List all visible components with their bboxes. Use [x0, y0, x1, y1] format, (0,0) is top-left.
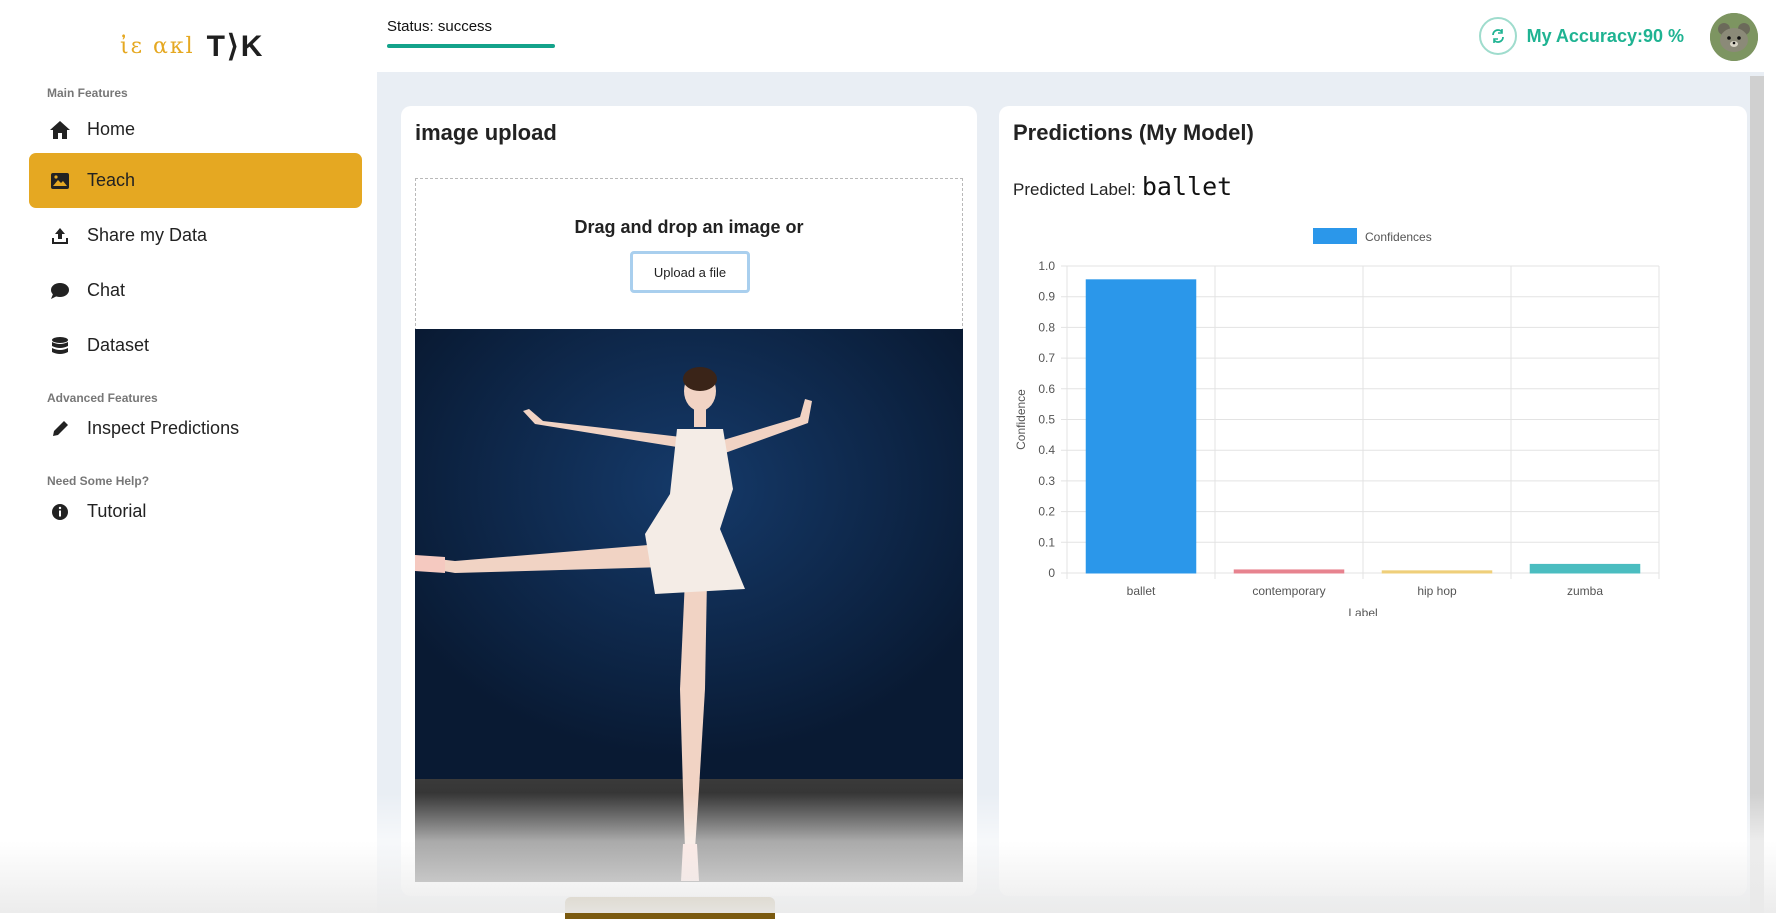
- image-upload-panel: image upload Drag and drop an image or U…: [401, 106, 977, 896]
- legend-swatch: [1313, 228, 1357, 244]
- sidebar-item-label: Chat: [87, 280, 125, 301]
- bar-contemporary: [1234, 570, 1344, 573]
- status-progress-bar: [387, 44, 555, 48]
- accuracy-text: My Accuracy:90 %: [1527, 26, 1684, 47]
- uploaded-image-preview: [415, 329, 963, 882]
- image-dropzone[interactable]: Drag and drop an image or Upload a file: [415, 178, 963, 881]
- sidebar-item-label: Inspect Predictions: [87, 418, 239, 439]
- sidebar-item-inspect-predictions[interactable]: Inspect Predictions: [29, 401, 362, 456]
- image-icon: [47, 170, 73, 192]
- legend-label: Confidences: [1365, 230, 1432, 244]
- x-tick-label: ballet: [1127, 584, 1156, 598]
- status-text: Status: success: [387, 18, 492, 35]
- info-icon: [47, 501, 73, 523]
- y-tick-label: 1.0: [1038, 259, 1055, 273]
- y-tick-label: 0.4: [1038, 443, 1055, 457]
- y-tick-label: 0.1: [1038, 535, 1055, 549]
- upload-panel-title: image upload: [415, 120, 557, 146]
- sidebar-item-label: Share my Data: [87, 225, 207, 246]
- confidence-bar-chart: 0 0.1 0.2 0.3 0.4 0.5 0.6 0.7 0.8 0.9 1.0 ballet con…: [1009, 206, 1709, 616]
- sidebar-item-label: Home: [87, 119, 135, 140]
- home-icon: [47, 119, 73, 141]
- sidebar-item-chat[interactable]: Chat: [29, 263, 362, 318]
- predictions-panel-title: Predictions (My Model): [1013, 120, 1254, 146]
- upload-icon: [47, 225, 73, 247]
- sidebar-item-label: Tutorial: [87, 501, 146, 522]
- x-tick-label: hip hop: [1417, 584, 1457, 598]
- bar-hip-hop: [1382, 571, 1492, 573]
- y-tick-label: 0.7: [1038, 351, 1055, 365]
- avatar[interactable]: [1710, 13, 1758, 61]
- y-axis-title: Confidence: [1014, 389, 1028, 450]
- top-header: Status: success My Accuracy:90 %: [377, 6, 1764, 72]
- accuracy-display: My Accuracy:90 %: [1479, 14, 1684, 58]
- sidebar-item-dataset[interactable]: Dataset: [29, 318, 362, 373]
- y-tick-label: 0.5: [1038, 413, 1055, 427]
- app-window: ἰε ακl T⟩K Main Features Home Teach Shar…: [12, 6, 1764, 913]
- avatar-bear-icon: [1710, 13, 1758, 61]
- y-tick-label: 0: [1048, 566, 1055, 580]
- sidebar-item-label: Dataset: [87, 335, 149, 356]
- predicted-label-prefix: Predicted Label:: [1013, 180, 1136, 200]
- status-progress-fill: [387, 44, 555, 48]
- bar-ballet: [1086, 280, 1196, 573]
- ballet-dancer-image: [415, 329, 963, 882]
- predictions-panel: Predictions (My Model) Predicted Label: …: [999, 106, 1747, 896]
- bar-zumba: [1530, 564, 1640, 573]
- x-tick-label: contemporary: [1252, 584, 1325, 598]
- sidebar: ἰε ακl T⟩K Main Features Home Teach Shar…: [12, 6, 377, 913]
- predicted-label-value: ballet: [1142, 172, 1232, 201]
- database-icon: [47, 335, 73, 357]
- sidebar-item-tutorial[interactable]: Tutorial: [29, 484, 362, 539]
- x-tick-label: zumba: [1567, 584, 1603, 598]
- sidebar-item-home[interactable]: Home: [29, 102, 362, 157]
- y-tick-label: 0.3: [1038, 474, 1055, 488]
- y-tick-label: 0.8: [1038, 320, 1055, 334]
- x-axis-title: Label: [1348, 606, 1377, 616]
- sidebar-item-teach[interactable]: Teach: [29, 153, 362, 208]
- predicted-label-line: Predicted Label: ballet: [1013, 172, 1232, 201]
- sidebar-item-share-data[interactable]: Share my Data: [29, 208, 362, 263]
- y-tick-label: 0.6: [1038, 382, 1055, 396]
- chat-icon: [47, 280, 73, 302]
- main-content: image upload Drag and drop an image or U…: [377, 72, 1764, 913]
- y-tick-label: 0.2: [1038, 505, 1055, 519]
- scrollbar[interactable]: [1750, 76, 1764, 913]
- logo-text-part-b: T⟩K: [207, 29, 265, 64]
- refresh-accuracy-button[interactable]: [1479, 17, 1517, 55]
- logo-text-part-a: ἰε ακl: [120, 34, 195, 59]
- drop-instruction-text: Drag and drop an image or: [416, 217, 962, 238]
- app-logo[interactable]: ἰε ακl T⟩K: [120, 26, 264, 66]
- y-tick-label: 0.9: [1038, 290, 1055, 304]
- upload-file-button[interactable]: Upload a file: [630, 251, 750, 293]
- section-label-main: Main Features: [47, 86, 128, 100]
- sidebar-item-label: Teach: [87, 170, 135, 191]
- refresh-icon: [1490, 28, 1506, 44]
- pencil-icon: [47, 418, 73, 440]
- bottom-action-button[interactable]: [565, 897, 775, 919]
